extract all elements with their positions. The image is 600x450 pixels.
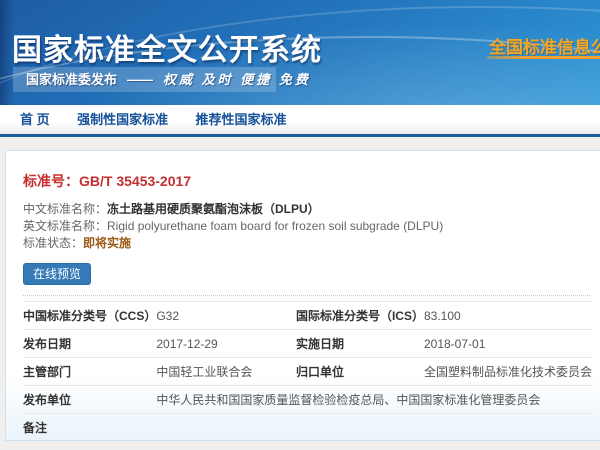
cn-name-label: 中文标准名称： [23, 202, 107, 216]
standard-meta: 中文标准名称：冻土路基用硬质聚氨酯泡沫板（DLPU） 英文标准名称：Rigid … [23, 201, 600, 252]
attr-label-ics: 国际标准分类号（ICS） [296, 302, 424, 330]
table-row: 备注 [23, 414, 592, 442]
attr-value-publish-date: 2017-12-29 [156, 330, 296, 358]
status-badge: 即将实施 [83, 236, 131, 250]
cn-name-line: 中文标准名称：冻土路基用硬质聚氨酯泡沫板（DLPU） [23, 201, 600, 218]
nav-item-recommended-standards[interactable]: 推荐性国家标准 [196, 105, 287, 134]
table-row: 中国标准分类号（CCS） G32 国际标准分类号（ICS） 83.100 [23, 302, 592, 330]
status-line: 标准状态：即将实施 [23, 235, 600, 252]
brand-link-clipped[interactable]: 全国标准信息公 [489, 33, 600, 58]
nav-item-mandatory-standards[interactable]: 强制性国家标准 [77, 105, 168, 134]
nav-item-home[interactable]: 首 页 [20, 105, 50, 134]
standard-detail-panel: 标准号：GB/T 35453-2017 中文标准名称：冻土路基用硬质聚氨酯泡沫板… [5, 150, 600, 441]
attr-label-publish-date: 发布日期 [23, 330, 156, 358]
attr-label-implement-date: 实施日期 [296, 330, 424, 358]
slogan-text: 权威 及时 便捷 免费 [163, 72, 311, 87]
standard-number-label: 标准号： [23, 173, 79, 189]
standard-number-value: GB/T 35453-2017 [79, 173, 191, 189]
attr-value-implement-date: 2018-07-01 [424, 330, 592, 358]
attr-value-centralized-unit: 全国塑料制品标准化技术委员会 [424, 358, 592, 386]
attr-value-issuing-unit: 中华人民共和国国家质量监督检验检疫总局、中国国家标准化管理委员会 [156, 386, 592, 414]
attr-value-ccs: G32 [156, 302, 296, 330]
attr-value-competent-dept: 中国轻工业联合会 [156, 358, 296, 386]
slogan-dash: —— [127, 72, 153, 87]
attr-label-remarks: 备注 [23, 414, 156, 442]
en-name-value: Rigid polyurethane foam board for frozen… [107, 219, 443, 233]
site-title: 国家标准全文公开系统 [12, 25, 322, 69]
status-label: 标准状态： [23, 236, 83, 250]
en-name-label: 英文标准名称： [23, 219, 107, 233]
standard-attributes-table: 中国标准分类号（CCS） G32 国际标准分类号（ICS） 83.100 发布日… [23, 301, 592, 442]
header-banner: 国家标准全文公开系统 国家标准委发布 —— 权威 及时 便捷 免费 全国标准信息公 [0, 0, 600, 105]
brand-underline-stroke [487, 56, 600, 59]
publisher-label: 国家标准委发布 [26, 72, 117, 87]
cn-name-value: 冻土路基用硬质聚氨酯泡沫板（DLPU） [107, 202, 320, 216]
attr-label-ccs: 中国标准分类号（CCS） [23, 302, 156, 330]
attr-label-competent-dept: 主管部门 [23, 358, 156, 386]
table-row: 发布单位 中华人民共和国国家质量监督检验检疫总局、中国国家标准化管理委员会 [23, 386, 592, 414]
attr-label-centralized-unit: 归口单位 [296, 358, 424, 386]
attr-value-remarks [156, 414, 592, 442]
en-name-line: 英文标准名称：Rigid polyurethane foam board for… [23, 218, 600, 235]
table-row: 发布日期 2017-12-29 实施日期 2018-07-01 [23, 330, 592, 358]
table-row: 主管部门 中国轻工业联合会 归口单位 全国塑料制品标准化技术委员会 [23, 358, 592, 386]
page: 国家标准全文公开系统 国家标准委发布——权威 及时 便捷 免费 全国标准信息公 … [0, 0, 600, 450]
header-slogan-band: 国家标准委发布——权威 及时 便捷 免费 [13, 67, 276, 92]
online-preview-button[interactable]: 在线预览 [23, 263, 91, 285]
standard-number-line: 标准号：GB/T 35453-2017 [23, 172, 600, 190]
main-nav: 首 页 强制性国家标准 推荐性国家标准 [0, 105, 600, 137]
dotted-divider [23, 295, 590, 296]
attr-label-issuing-unit: 发布单位 [23, 386, 156, 414]
attr-value-ics: 83.100 [424, 302, 592, 330]
